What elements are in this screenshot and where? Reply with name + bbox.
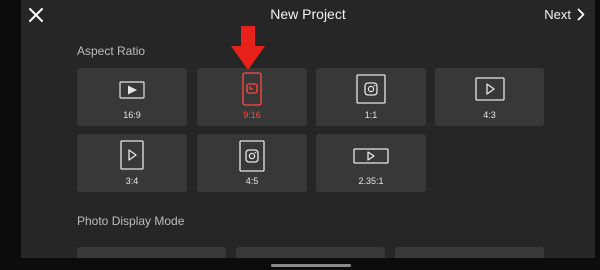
aspect-ratio-2-35-1[interactable]: 2.35:1 xyxy=(316,134,426,192)
aspect-ratio-label: 16:9 xyxy=(123,110,141,120)
aspect-ratio-heading: Aspect Ratio xyxy=(77,44,146,58)
page-title: New Project xyxy=(270,6,346,22)
aspect-ratio-4-5[interactable]: 4:5 xyxy=(197,134,307,192)
instagram-icon xyxy=(239,140,265,172)
aspect-ratio-label: 1:1 xyxy=(364,110,378,120)
play-icon xyxy=(353,148,389,164)
aspect-ratio-16-9[interactable]: 16:9 xyxy=(77,68,187,126)
instagram-icon xyxy=(356,74,386,104)
aspect-ratio-3-4[interactable]: 3:4 xyxy=(77,134,187,192)
aspect-ratio-label: 9:16 xyxy=(243,110,261,120)
aspect-ratio-label: 4:5 xyxy=(245,176,259,186)
photo-display-mode-option[interactable] xyxy=(77,247,226,258)
aspect-ratio-1-1[interactable]: 1:1 xyxy=(316,68,426,126)
aspect-ratio-9-16[interactable]: 9:16 xyxy=(197,68,307,126)
aspect-ratio-label: 4:3 xyxy=(483,110,496,120)
photo-display-mode-option[interactable] xyxy=(236,247,385,258)
play-icon xyxy=(120,140,144,170)
home-indicator[interactable] xyxy=(271,264,351,267)
new-project-screen: New Project Next Aspect Ratio 16:9 9:16 xyxy=(21,0,595,258)
next-label: Next xyxy=(544,7,571,22)
annotation-arrow-icon xyxy=(231,26,265,70)
aspect-ratio-label: 2.35:1 xyxy=(358,176,384,186)
play-icon xyxy=(474,77,505,101)
aspect-ratio-label: 3:4 xyxy=(125,176,139,186)
aspect-ratio-4-3[interactable]: 4:3 xyxy=(435,68,544,126)
next-button[interactable]: Next xyxy=(544,7,585,22)
chevron-right-icon xyxy=(577,8,585,21)
photo-display-mode-option[interactable] xyxy=(395,247,544,258)
photo-display-mode-heading: Photo Display Mode xyxy=(77,214,185,228)
tiktok-icon xyxy=(242,72,262,106)
youtube-icon xyxy=(119,81,145,99)
